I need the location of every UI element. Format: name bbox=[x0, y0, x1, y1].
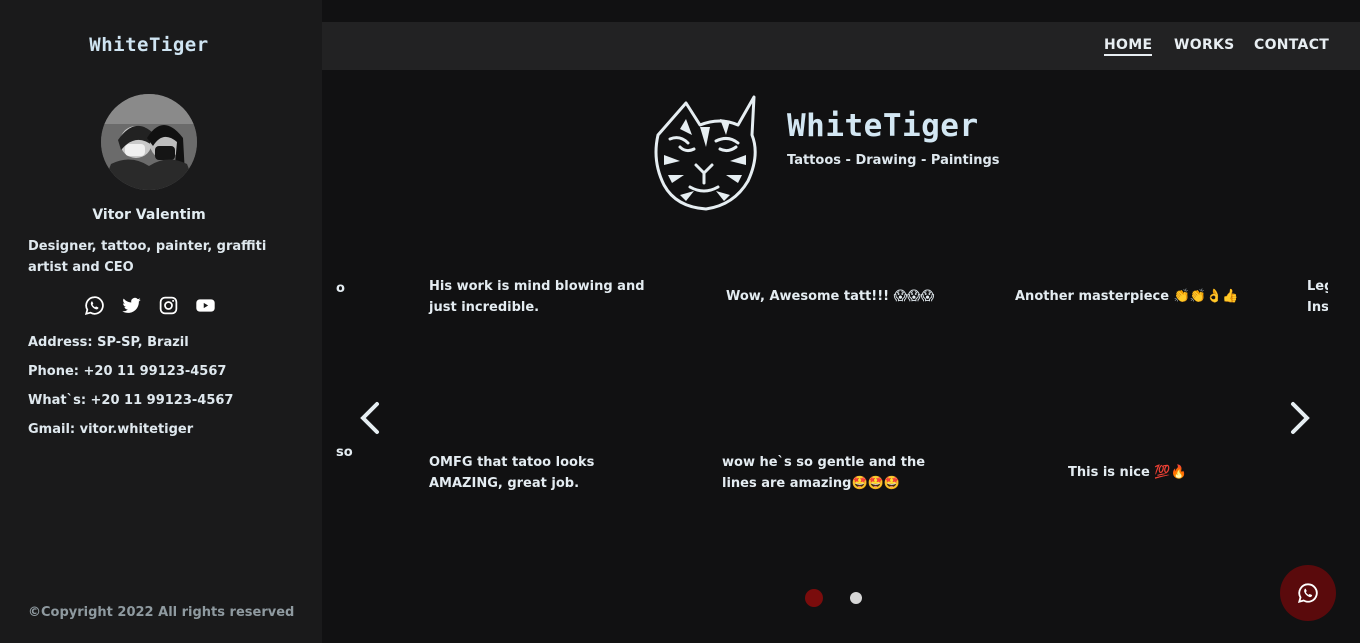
review-card: Wow, Awesome tatt!!! 😱😱😱 bbox=[726, 289, 935, 304]
profile-bio: Designer, tattoo, painter, graffiti arti… bbox=[28, 239, 267, 275]
profile-name: Vitor Valentim bbox=[92, 207, 206, 223]
top-nav: HOME WORKS CONTACT bbox=[322, 22, 1360, 70]
chevron-left-icon bbox=[360, 402, 379, 434]
tiger-logo-icon bbox=[650, 95, 758, 213]
nav-works[interactable]: WORKS bbox=[1174, 37, 1235, 53]
sidebar-brand[interactable]: WhiteTiger bbox=[0, 34, 298, 56]
whatsapp-float-button[interactable] bbox=[1280, 565, 1336, 621]
chevron-right-icon bbox=[1291, 402, 1310, 434]
sidebar: WhiteTiger Vitor Valentim Designer, tatt… bbox=[0, 0, 322, 643]
contact-whatsapp: What`s: +20 11 99123-4567 bbox=[28, 393, 234, 408]
whatsapp-icon[interactable] bbox=[84, 295, 105, 316]
social-links bbox=[84, 295, 216, 316]
whatsapp-icon bbox=[1297, 583, 1318, 604]
carousel-prev-button[interactable] bbox=[355, 400, 385, 436]
copyright: ©Copyright 2022 All rights reserved bbox=[28, 605, 295, 620]
review-card: OMFG that tatoo looks AMAZING, great job… bbox=[429, 455, 595, 491]
carousel-next-button[interactable] bbox=[1285, 400, 1315, 436]
review-card: Another masterpiece 👏👏👌👍 bbox=[1015, 289, 1239, 304]
avatar bbox=[101, 94, 197, 190]
testimonial-carousel: o His work is mind blowing and just incr… bbox=[336, 260, 1328, 520]
hero-subtitle: Tattoos - Drawing - Paintings bbox=[787, 153, 1000, 168]
nav-home[interactable]: HOME bbox=[1104, 37, 1153, 56]
review-card-partial: o bbox=[336, 281, 345, 296]
contact-gmail: Gmail: vitor.whitetiger bbox=[28, 422, 194, 437]
carousel-dot-1[interactable] bbox=[805, 589, 823, 607]
carousel-dot-2[interactable] bbox=[850, 592, 862, 604]
contact-list: Address: SP-SP, Brazil Phone: +20 11 991… bbox=[28, 334, 233, 450]
review-card: wow he`s so gentle and the lines are ama… bbox=[722, 455, 926, 491]
review-card: This is nice 💯🔥 bbox=[1068, 465, 1187, 480]
contact-phone: Phone: +20 11 99123-4567 bbox=[28, 364, 227, 379]
contact-address: Address: SP-SP, Brazil bbox=[28, 335, 189, 350]
review-card-partial: so bbox=[336, 445, 353, 460]
review-card-partial: Leg Ins bbox=[1307, 279, 1328, 315]
nav-contact[interactable]: CONTACT bbox=[1254, 37, 1329, 53]
twitter-icon[interactable] bbox=[121, 295, 142, 316]
hero-title: WhiteTiger bbox=[787, 108, 979, 144]
review-card: His work is mind blowing and just incred… bbox=[429, 279, 645, 315]
youtube-icon[interactable] bbox=[195, 295, 216, 316]
instagram-icon[interactable] bbox=[158, 295, 179, 316]
